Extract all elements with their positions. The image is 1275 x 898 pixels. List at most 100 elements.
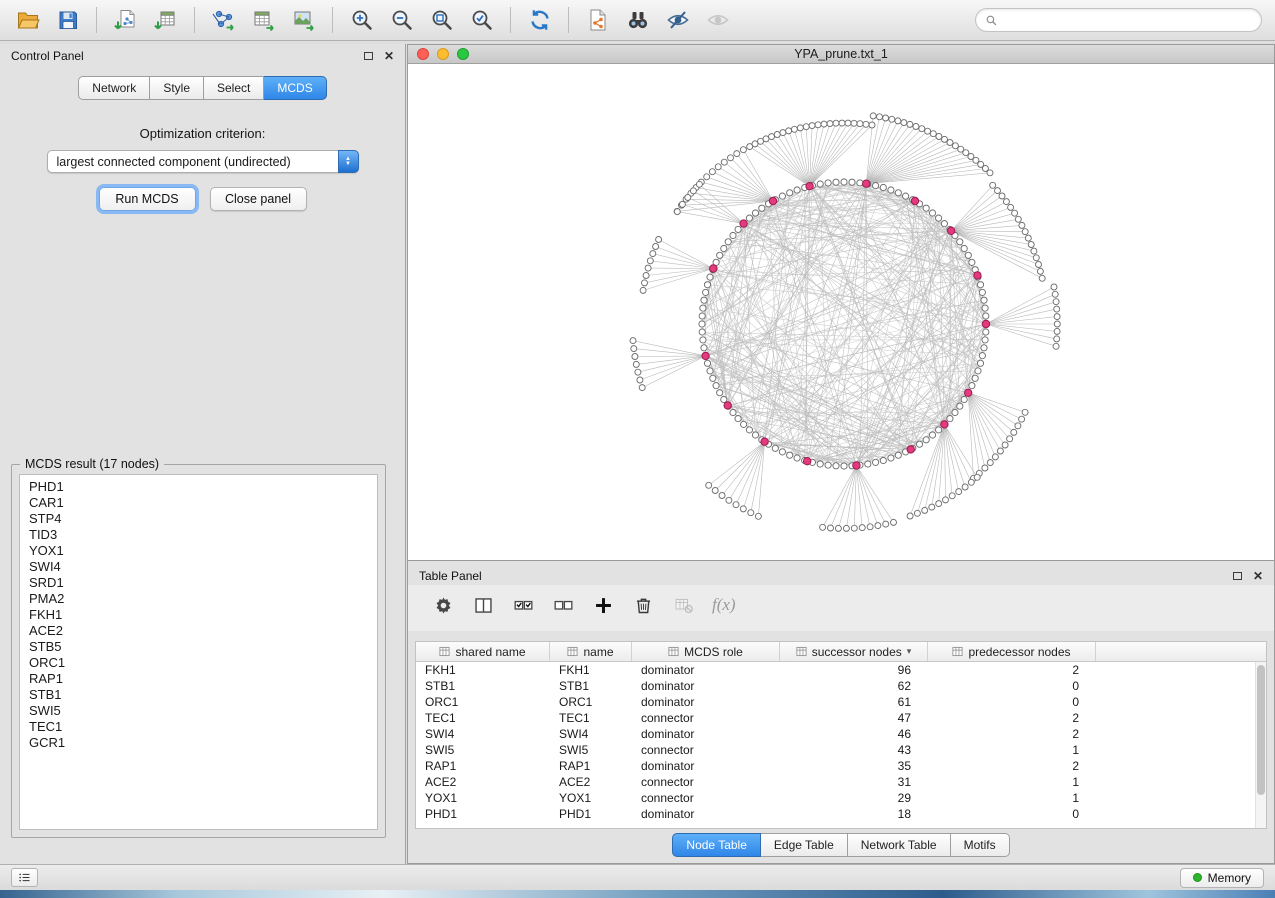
hide-selected-icon <box>666 8 690 32</box>
tab-select[interactable]: Select <box>204 76 264 100</box>
open-file-icon <box>16 8 40 32</box>
cell-predecessor-nodes: 1 <box>928 775 1096 789</box>
network-window-titlebar[interactable]: YPA_prune.txt_1 <box>408 45 1274 64</box>
mcds-result-item[interactable]: TEC1 <box>29 719 368 735</box>
table-row[interactable]: FKH1FKH1dominator962 <box>416 662 1266 678</box>
export-web-button[interactable] <box>580 4 615 36</box>
tab-motifs[interactable]: Motifs <box>951 833 1010 857</box>
find-network-icon <box>626 8 650 32</box>
scrollbar-thumb[interactable] <box>1257 665 1265 795</box>
minimize-window-icon[interactable] <box>437 48 449 60</box>
dropdown-stepper-icon: ▲▼ <box>338 150 359 173</box>
mcds-result-item[interactable]: STP4 <box>29 511 368 527</box>
close-panel-icon[interactable]: ✕ <box>1253 570 1263 582</box>
mcds-result-item[interactable]: RAP1 <box>29 671 368 687</box>
maximize-window-icon[interactable] <box>457 48 469 60</box>
mcds-result-item[interactable]: ACE2 <box>29 623 368 639</box>
tab-mcds[interactable]: MCDS <box>264 76 326 100</box>
memory-button[interactable]: Memory <box>1180 868 1264 888</box>
open-file-button[interactable] <box>10 4 45 36</box>
show-columns-button[interactable] <box>468 590 498 620</box>
export-image-button[interactable] <box>286 4 321 36</box>
table-row[interactable]: PHD1PHD1dominator180 <box>416 806 1266 822</box>
mcds-result-item[interactable]: SWI4 <box>29 559 368 575</box>
network-graph[interactable] <box>408 64 1274 560</box>
window-controls <box>417 48 469 60</box>
delete-column-button[interactable] <box>628 590 658 620</box>
table-row[interactable]: YOX1YOX1connector291 <box>416 790 1266 806</box>
zoom-fit-button[interactable] <box>424 4 459 36</box>
network-canvas[interactable] <box>408 64 1274 560</box>
float-panel-icon[interactable] <box>364 52 373 60</box>
table-settings-button[interactable] <box>428 590 458 620</box>
mcds-result-item[interactable]: STB5 <box>29 639 368 655</box>
save-session-button[interactable] <box>50 4 85 36</box>
find-network-button[interactable] <box>620 4 655 36</box>
cell-MCDS-role: connector <box>632 711 780 725</box>
close-panel-icon[interactable]: ✕ <box>384 50 394 62</box>
mcds-result-item[interactable]: PMA2 <box>29 591 368 607</box>
column-header-shared-name[interactable]: shared name <box>416 642 550 661</box>
mcds-result-item[interactable]: STB1 <box>29 687 368 703</box>
close-window-icon[interactable] <box>417 48 429 60</box>
cell-successor-nodes: 47 <box>780 711 928 725</box>
tab-node-table[interactable]: Node Table <box>672 833 761 857</box>
mcds-result-item[interactable]: YOX1 <box>29 543 368 559</box>
close-panel-button[interactable]: Close panel <box>210 187 307 211</box>
cell-shared-name: TEC1 <box>416 711 550 725</box>
table-row[interactable]: SWI4SWI4dominator462 <box>416 726 1266 742</box>
network-search[interactable] <box>975 8 1262 32</box>
table-row[interactable]: ORC1ORC1dominator610 <box>416 694 1266 710</box>
column-header-name[interactable]: name <box>550 642 632 661</box>
mcds-result-item[interactable]: PHD1 <box>29 479 368 495</box>
mcds-result-item[interactable]: SRD1 <box>29 575 368 591</box>
memory-label: Memory <box>1208 871 1251 885</box>
tab-network[interactable]: Network <box>78 76 150 100</box>
tab-network-table[interactable]: Network Table <box>848 833 951 857</box>
optimization-criterion-select[interactable]: largest connected component (undirected)… <box>47 150 359 173</box>
column-header-predecessor-nodes[interactable]: predecessor nodes <box>928 642 1096 661</box>
table-scrollbar[interactable] <box>1255 662 1266 828</box>
table-row[interactable]: TEC1TEC1connector472 <box>416 710 1266 726</box>
cell-predecessor-nodes: 2 <box>928 711 1096 725</box>
mcds-result-item[interactable]: FKH1 <box>29 607 368 623</box>
hide-selected-button[interactable] <box>660 4 695 36</box>
function-builder-button[interactable]: f(x) <box>712 595 736 615</box>
zoom-selected-button[interactable] <box>464 4 499 36</box>
table-row[interactable]: SWI5SWI5connector431 <box>416 742 1266 758</box>
mcds-result-item[interactable]: ORC1 <box>29 655 368 671</box>
mcds-result-item[interactable]: TID3 <box>29 527 368 543</box>
cell-predecessor-nodes: 2 <box>928 727 1096 741</box>
sort-chevron-icon[interactable]: ▾ <box>907 646 912 657</box>
import-network-button[interactable] <box>108 4 143 36</box>
add-column-button[interactable] <box>588 590 618 620</box>
mcds-result-item[interactable]: SWI5 <box>29 703 368 719</box>
cell-name: ACE2 <box>550 775 632 789</box>
zoom-out-button[interactable] <box>384 4 419 36</box>
tab-style[interactable]: Style <box>150 76 204 100</box>
import-table-button[interactable] <box>148 4 183 36</box>
cell-name: STB1 <box>550 679 632 693</box>
table-row[interactable]: ACE2ACE2connector311 <box>416 774 1266 790</box>
zoom-in-button[interactable] <box>344 4 379 36</box>
run-mcds-button[interactable]: Run MCDS <box>99 187 196 211</box>
export-web-icon <box>586 8 610 32</box>
export-table-button[interactable] <box>246 4 281 36</box>
float-panel-icon[interactable] <box>1233 572 1242 580</box>
column-header-MCDS-role[interactable]: MCDS role <box>632 642 780 661</box>
cell-MCDS-role: connector <box>632 791 780 805</box>
mcds-result-item[interactable]: GCR1 <box>29 735 368 751</box>
network-window: YPA_prune.txt_1 <box>407 44 1275 561</box>
column-header-successor-nodes[interactable]: successor nodes▾ <box>780 642 928 661</box>
refresh-view-button[interactable] <box>522 4 557 36</box>
unselect-all-button[interactable] <box>548 590 578 620</box>
search-input[interactable] <box>1003 13 1252 27</box>
mcds-result-list[interactable]: PHD1CAR1STP4TID3YOX1SWI4SRD1PMA2FKH1ACE2… <box>19 474 378 830</box>
export-network-button[interactable] <box>206 4 241 36</box>
tab-edge-table[interactable]: Edge Table <box>761 833 848 857</box>
show-panels-button[interactable] <box>11 868 38 887</box>
select-all-button[interactable] <box>508 590 538 620</box>
table-row[interactable]: STB1STB1dominator620 <box>416 678 1266 694</box>
table-row[interactable]: RAP1RAP1dominator352 <box>416 758 1266 774</box>
mcds-result-item[interactable]: CAR1 <box>29 495 368 511</box>
